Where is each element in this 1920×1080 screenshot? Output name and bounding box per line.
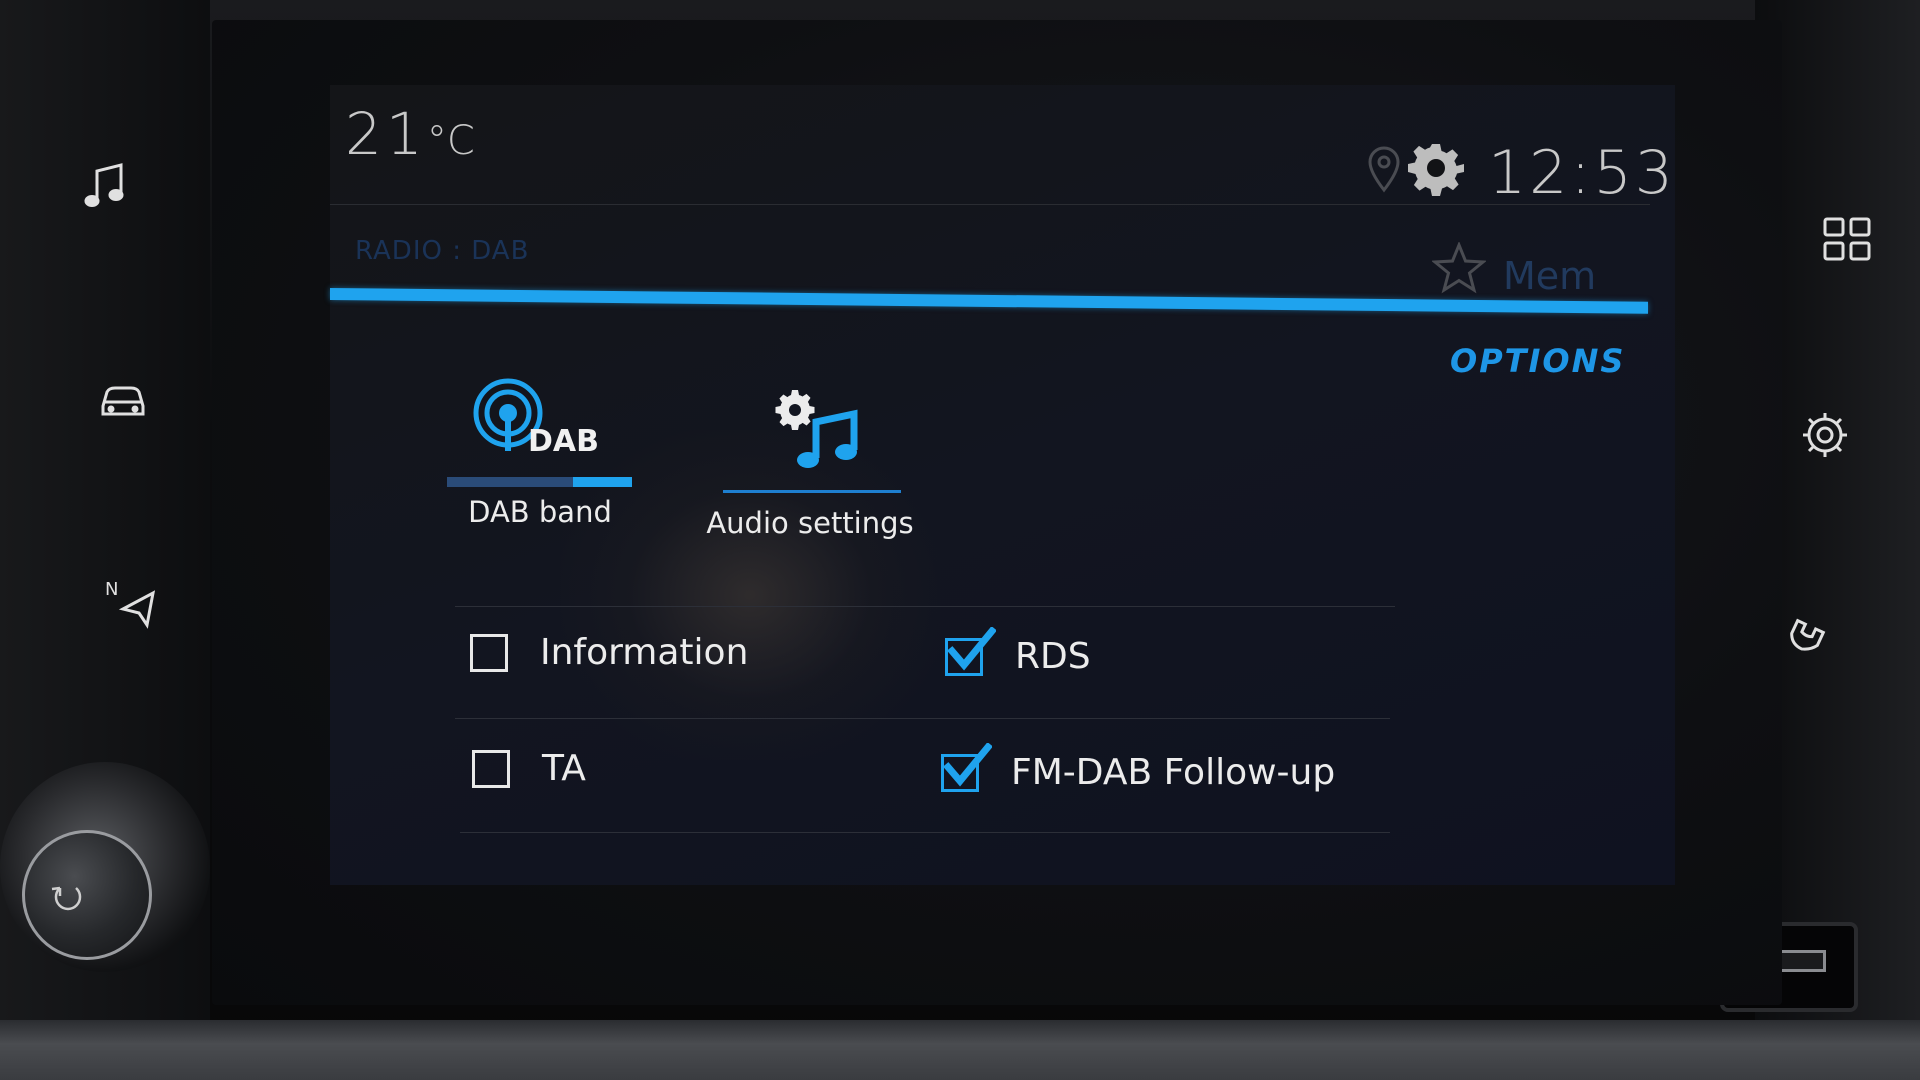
navigation-icon[interactable]: N (96, 568, 166, 638)
information-option[interactable]: Information (470, 632, 748, 673)
information-checkbox[interactable] (470, 633, 508, 672)
ta-checkbox[interactable] (472, 749, 510, 788)
temperature-value: 21 (345, 100, 427, 168)
rds-label: RDS (1015, 636, 1091, 677)
temperature-unit: °C (426, 118, 475, 164)
svg-text:N: N (105, 579, 118, 600)
fm-dab-followup-option[interactable]: FM-DAB Follow-up (941, 742, 1336, 793)
information-label: Information (540, 632, 749, 673)
ta-option[interactable]: TA (472, 748, 586, 789)
temperature-readout: 21°C (345, 100, 475, 168)
clock: 12:53 (1488, 138, 1676, 208)
rds-option[interactable]: RDS (945, 626, 1091, 677)
audio-settings-icon (700, 390, 920, 480)
music-note-icon[interactable] (72, 150, 142, 220)
location-pin-icon (1366, 144, 1402, 198)
row-divider (455, 606, 1395, 607)
star-icon[interactable] (1431, 241, 1487, 298)
row-divider (455, 718, 1390, 719)
car-icon[interactable] (88, 365, 158, 435)
dab-band-tile[interactable]: DAB DAB band (440, 375, 640, 529)
dab-badge-text: DAB (528, 424, 599, 459)
rds-checkbox[interactable] (945, 626, 996, 676)
ta-label: TA (542, 748, 586, 789)
audio-settings-label: Audio settings (706, 506, 914, 540)
power-icon (48, 876, 88, 920)
audio-settings-tile[interactable]: Audio settings (700, 390, 920, 540)
mem-button[interactable]: Mem (1503, 254, 1596, 298)
audio-settings-indicator (723, 490, 901, 493)
row-divider (460, 832, 1390, 833)
status-divider (330, 204, 1650, 205)
apps-grid-icon[interactable] (1812, 204, 1882, 274)
phone-icon[interactable] (1775, 590, 1845, 660)
breadcrumb: RADIO : DAB (355, 236, 530, 266)
dab-band-label: DAB band (468, 495, 612, 529)
page-title: OPTIONS (1450, 342, 1626, 380)
gear-icon (1408, 140, 1464, 200)
checkmark-icon (943, 742, 992, 786)
fm-dab-followup-checkbox[interactable] (941, 742, 992, 792)
dab-band-indicator (447, 477, 632, 487)
dashboard-trim (0, 1020, 1920, 1080)
fm-dab-followup-label: FM-DAB Follow-up (1011, 752, 1336, 793)
dab-broadcast-icon: DAB (440, 375, 640, 465)
checkmark-icon (947, 626, 996, 670)
settings-gear-icon[interactable] (1790, 400, 1860, 470)
